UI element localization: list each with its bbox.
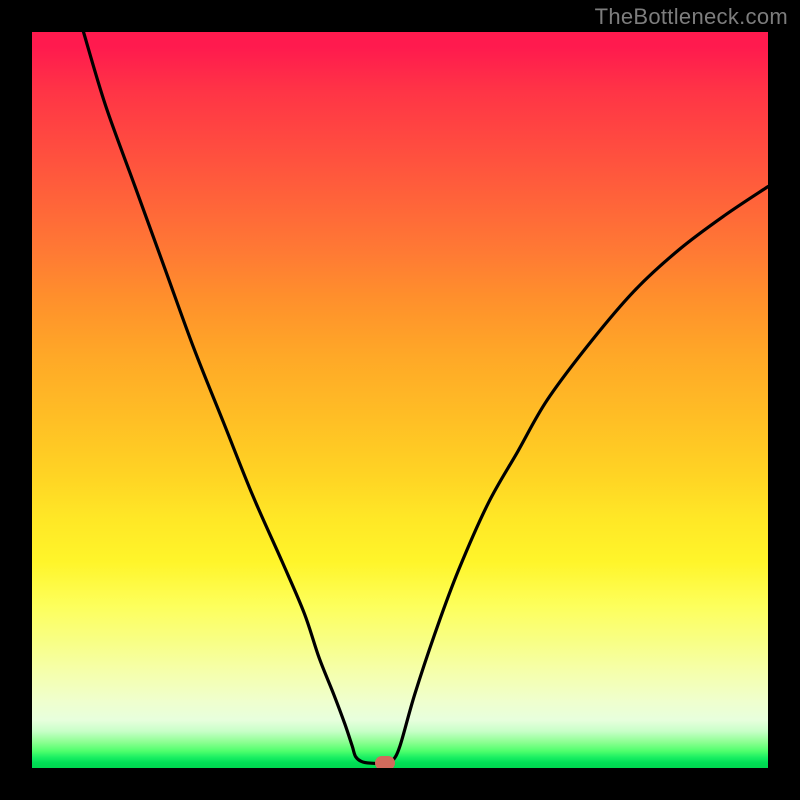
optimal-point-marker xyxy=(375,756,395,768)
chart-container: TheBottleneck.com xyxy=(0,0,800,800)
watermark-text: TheBottleneck.com xyxy=(595,4,788,30)
plot-area xyxy=(32,32,768,768)
bottleneck-curve xyxy=(32,32,768,768)
